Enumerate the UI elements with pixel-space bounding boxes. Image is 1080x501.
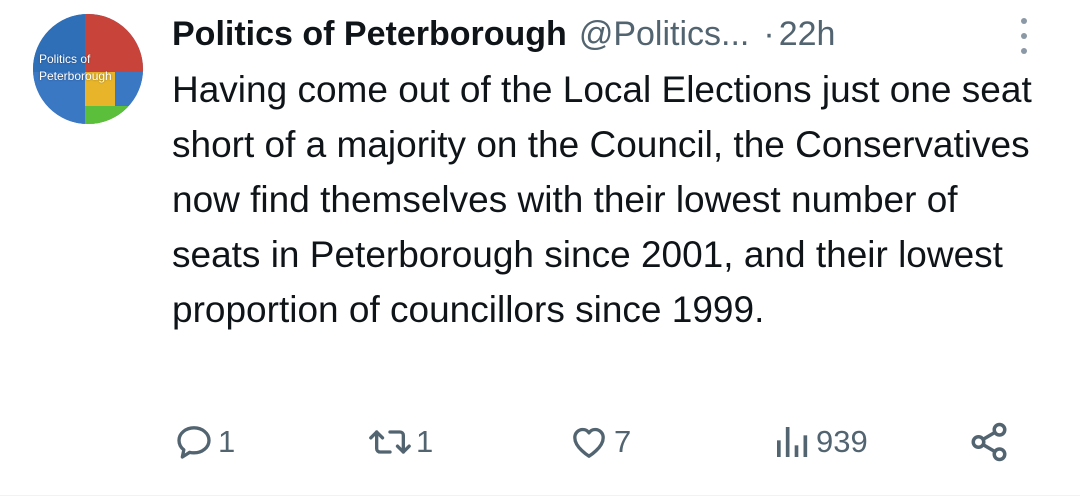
reply-button[interactable]: 1 [174,418,235,466]
avatar-logo-text: Politics of Peterborough [39,52,112,83]
avatar-tile [85,106,143,124]
views-button[interactable]: 939 [772,418,868,466]
views-count: 939 [816,424,868,459]
heart-icon [573,427,605,458]
avatar[interactable]: Politics of Peterborough [33,14,143,124]
like-button[interactable]: 7 [568,418,631,466]
retweet-count: 1 [416,424,434,459]
share-icon [971,422,1007,462]
tweet-text: Having come out of the Local Elections j… [172,69,1032,330]
more-vertical-icon[interactable] [1014,16,1034,56]
reply-count: 1 [218,424,236,459]
share-button[interactable] [968,418,1010,466]
views-icon [777,427,808,457]
retweet-icon [369,430,411,454]
retweet-button[interactable]: 1 [368,418,433,466]
action-bar: 1 1 7 939 [172,418,1022,466]
reply-icon [177,426,211,459]
tweet[interactable]: Politics of Peterborough Politics of Pet… [0,0,1080,496]
timestamp[interactable]: 22h [779,15,836,54]
user-handle[interactable]: @Politics... [579,15,750,54]
separator-dot: · [763,14,775,53]
like-count: 7 [614,424,632,459]
tweet-header: Politics of Peterborough @Politics... · … [172,10,835,58]
display-name[interactable]: Politics of Peterborough [172,15,567,54]
